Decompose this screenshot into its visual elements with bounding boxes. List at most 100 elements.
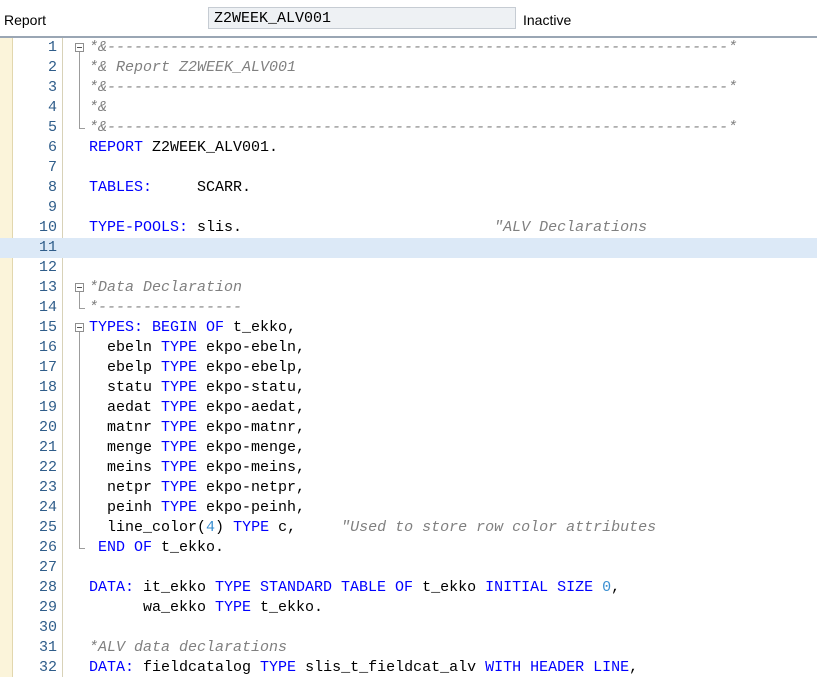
line-number: 2 xyxy=(47,59,57,76)
line-number: 14 xyxy=(38,299,57,316)
code-line[interactable]: 20 matnr TYPE ekpo-matnr, xyxy=(0,418,817,438)
code-line[interactable]: 14 *---------------- xyxy=(0,298,817,318)
numeric-literal: 4 xyxy=(206,519,216,536)
code-text: ebeln TYPE ekpo-ebeln, xyxy=(89,338,305,358)
code-token: matnr xyxy=(89,419,162,436)
line-number: 3 xyxy=(47,79,57,96)
abap-keyword: TYPE xyxy=(161,419,198,436)
abap-keyword: REPORT xyxy=(89,139,144,156)
code-line[interactable]: 29 wa_ekko TYPE t_ekko. xyxy=(0,598,817,618)
code-text: DATA: fieldcatalog TYPE slis_t_fieldcat_… xyxy=(89,658,638,677)
code-text: *---------------- xyxy=(89,298,242,318)
code-line[interactable]: 8 TABLES: SCARR. xyxy=(0,178,817,198)
code-line[interactable]: 21 menge TYPE ekpo-menge, xyxy=(0,438,817,458)
line-number: 25 xyxy=(38,519,57,536)
code-token: t_ekko, xyxy=(224,319,297,336)
code-line[interactable]: 24 peinh TYPE ekpo-peinh, xyxy=(0,498,817,518)
abap-keyword: TYPE xyxy=(161,379,198,396)
code-token: statu xyxy=(89,379,162,396)
fold-collapse-icon[interactable] xyxy=(75,283,84,292)
code-line[interactable]: 17 ebelp TYPE ekpo-ebelp, xyxy=(0,358,817,378)
code-line[interactable]: 28 DATA: it_ekko TYPE STANDARD TABLE OF t… xyxy=(0,578,817,598)
abap-keyword: TYPE xyxy=(161,499,198,516)
line-number: 26 xyxy=(38,539,57,556)
code-line[interactable]: 19 aedat TYPE ekpo-aedat, xyxy=(0,398,817,418)
fold-collapse-icon[interactable] xyxy=(75,323,84,332)
code-text: *& xyxy=(89,98,107,118)
line-number: 28 xyxy=(38,579,57,596)
line-number: 7 xyxy=(47,159,57,176)
line-number: 20 xyxy=(38,419,57,436)
code-line[interactable]: 1 *&-------------------------------------… xyxy=(0,38,817,58)
code-line[interactable]: 2 *& Report Z2WEEK_ALV001 xyxy=(0,58,817,78)
program-name-field[interactable]: Z2WEEK_ALV001 xyxy=(208,7,516,29)
code-line[interactable]: 32 DATA: fieldcatalog TYPE slis_t_fieldca… xyxy=(0,658,817,677)
line-number: 30 xyxy=(38,619,57,636)
code-line[interactable]: 30 xyxy=(0,618,817,638)
code-line[interactable]: 11 xyxy=(0,238,817,258)
line-number: 10 xyxy=(38,219,57,236)
code-line[interactable]: 10 TYPE-POOLS: slis. "ALV Declarations xyxy=(0,218,817,238)
code-line[interactable]: 7 xyxy=(0,158,817,178)
code-token: ebelp xyxy=(89,359,162,376)
code-comment: *&--------------------------------------… xyxy=(89,119,738,136)
code-token: ekpo-peinh, xyxy=(197,499,306,516)
code-line[interactable]: 4 *& xyxy=(0,98,817,118)
code-text: DATA: it_ekko TYPE STANDARD TABLE OF t_e… xyxy=(89,578,620,598)
code-comment: *& xyxy=(89,99,108,116)
code-token: wa_ekko xyxy=(89,599,216,616)
code-token: ekpo-menge, xyxy=(197,439,306,456)
line-number: 29 xyxy=(38,599,57,616)
code-line[interactable]: 5 *&-------------------------------------… xyxy=(0,118,817,138)
code-line[interactable]: 16 ebeln TYPE ekpo-ebeln, xyxy=(0,338,817,358)
report-label: Report xyxy=(4,12,47,28)
code-line[interactable]: 27 xyxy=(0,558,817,578)
code-token: ekpo-ebelp, xyxy=(197,359,306,376)
program-status: Inactive xyxy=(523,12,572,28)
code-line[interactable]: 12 xyxy=(0,258,817,278)
code-comment: *ALV data declarations xyxy=(89,639,288,656)
code-text: *ALV data declarations xyxy=(89,638,287,658)
line-number: 19 xyxy=(38,399,57,416)
code-text: matnr TYPE ekpo-matnr, xyxy=(89,418,305,438)
fold-collapse-icon[interactable] xyxy=(75,43,84,52)
code-line[interactable]: 3 *&-------------------------------------… xyxy=(0,78,817,98)
line-number: 12 xyxy=(38,259,57,276)
fold-guide-line xyxy=(79,52,80,128)
code-token: menge xyxy=(89,439,162,456)
code-line[interactable]: 26 END OF t_ekko. xyxy=(0,538,817,558)
line-number: 15 xyxy=(38,319,57,336)
code-text: TABLES: SCARR. xyxy=(89,178,251,198)
line-number: 11 xyxy=(38,239,57,256)
abap-keyword: TYPE xyxy=(161,479,198,496)
code-token: ekpo-ebeln, xyxy=(197,339,306,356)
code-line[interactable]: 22 meins TYPE ekpo-meins, xyxy=(0,458,817,478)
code-comment: *---------------- xyxy=(89,299,243,316)
line-number: 16 xyxy=(38,339,57,356)
abap-code-editor[interactable]: 1 *&-------------------------------------… xyxy=(0,38,817,677)
code-line[interactable]: 18 statu TYPE ekpo-statu, xyxy=(0,378,817,398)
code-text: peinh TYPE ekpo-peinh, xyxy=(89,498,305,518)
code-line[interactable]: 9 xyxy=(0,198,817,218)
line-number: 13 xyxy=(38,279,57,296)
code-line[interactable]: 25 line_color(4) TYPE c, "Used to store … xyxy=(0,518,817,538)
line-number: 8 xyxy=(47,179,57,196)
code-line[interactable]: 23 netpr TYPE ekpo-netpr, xyxy=(0,478,817,498)
code-line[interactable]: 15 TYPES: BEGIN OF t_ekko, xyxy=(0,318,817,338)
abap-keyword: BEGIN OF xyxy=(152,319,225,336)
code-line[interactable]: 13 *Data Declaration xyxy=(0,278,817,298)
abap-keyword: INITIAL SIZE xyxy=(485,579,594,596)
code-text: REPORT Z2WEEK_ALV001. xyxy=(89,138,278,158)
code-text: meins TYPE ekpo-meins, xyxy=(89,458,305,478)
code-text: netpr TYPE ekpo-netpr, xyxy=(89,478,305,498)
abap-keyword: TYPE-POOLS: xyxy=(89,219,189,236)
code-line[interactable]: 31 *ALV data declarations xyxy=(0,638,817,658)
code-token: ekpo-statu, xyxy=(197,379,306,396)
code-text: *&--------------------------------------… xyxy=(89,118,737,138)
line-number: 4 xyxy=(47,99,57,116)
abap-keyword: TYPE xyxy=(260,659,297,676)
code-token: ekpo-matnr, xyxy=(197,419,306,436)
code-line[interactable]: 6 REPORT Z2WEEK_ALV001. xyxy=(0,138,817,158)
